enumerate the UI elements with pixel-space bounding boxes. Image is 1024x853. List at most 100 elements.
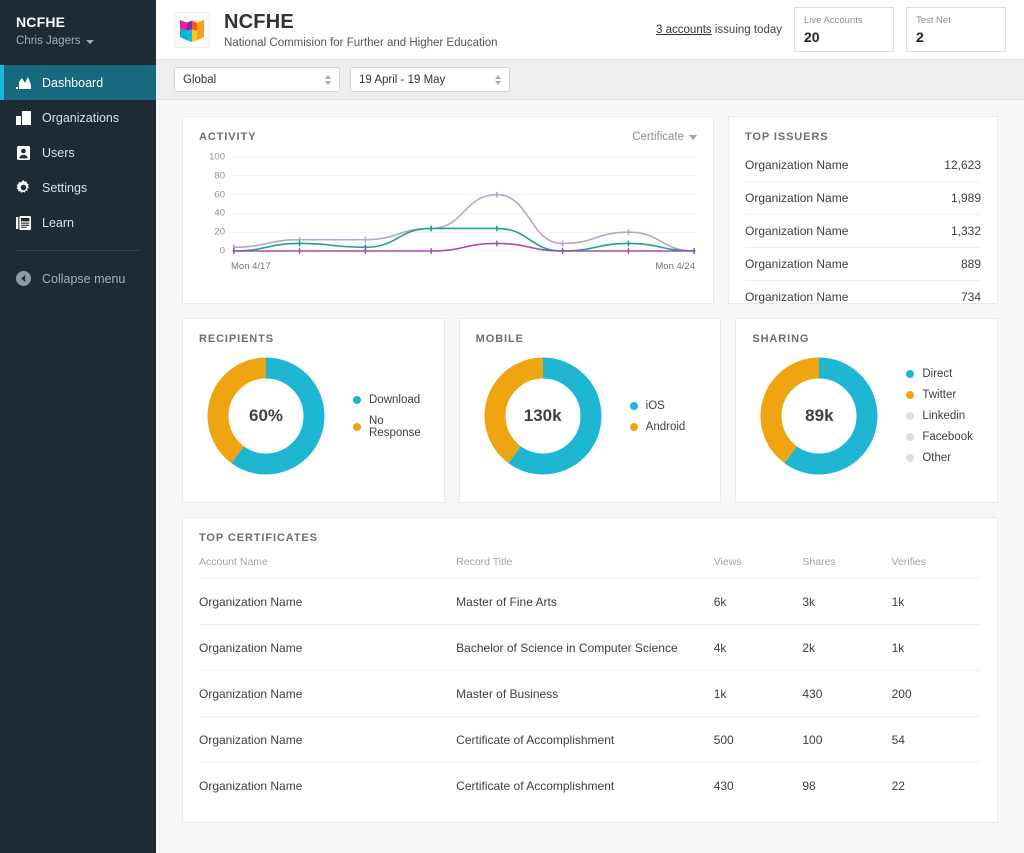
stat-value: 20 — [804, 28, 820, 45]
legend-item[interactable]: Android — [629, 421, 685, 433]
donut-chart: 130k — [482, 355, 604, 477]
table-row[interactable]: Organization Name Certificate of Accompli… — [199, 716, 981, 763]
stat-label: Live Accounts — [804, 15, 863, 27]
user-menu[interactable]: Chris Jagers — [16, 35, 156, 47]
cell-record: Master of Business — [456, 670, 714, 717]
chevron-down-icon — [689, 134, 697, 140]
cell-verifies: 54 — [891, 716, 981, 763]
org-identity: NCFHE National Commision for Further and… — [224, 11, 498, 49]
sidebar-nav: Dashboard Organizations Users Settings L… — [0, 65, 156, 240]
legend-label: iOS — [645, 399, 665, 412]
legend-item[interactable]: Facebook — [906, 431, 973, 443]
top-issuers-title: TOP ISSUERS — [745, 131, 829, 143]
donut-card-mobile: MOBILE 130k iOS Android — [458, 318, 722, 503]
activity-plot — [231, 153, 697, 257]
legend-item[interactable]: Other — [906, 452, 973, 464]
book-icon — [16, 215, 31, 230]
certificate-dropdown[interactable]: Certificate — [632, 131, 697, 143]
row-donuts: RECIPIENTS 60% Download No Response MOBILE … — [182, 318, 999, 503]
legend-label: Linkedin — [922, 410, 966, 422]
legend-item[interactable]: Direct — [906, 368, 973, 380]
user-name: Chris Jagers — [16, 35, 81, 47]
activity-y-tick: 80 — [214, 170, 225, 182]
legend-item[interactable]: Download — [353, 394, 428, 406]
cell-shares: 98 — [802, 779, 816, 793]
issuer-value: 1,989 — [950, 191, 981, 205]
legend-item[interactable]: No Response — [353, 415, 428, 439]
collapse-menu-button[interactable]: Collapse menu — [0, 261, 156, 296]
cell-shares: 2k — [802, 624, 892, 671]
activity-x-tick-end: Mon 4/24 — [655, 261, 695, 272]
sidebar-item-label: Settings — [42, 180, 88, 195]
user-icon — [16, 145, 31, 160]
cell-account: Organization Name — [199, 624, 457, 671]
sidebar: NCFHE Chris Jagers Dashboard Organizatio… — [0, 0, 156, 853]
column-header[interactable]: Account Name — [199, 556, 457, 579]
brand-title: NCFHE — [16, 14, 66, 30]
dashboard-app: NCFHE Chris Jagers Dashboard Organizatio… — [0, 0, 1024, 853]
donut-center-label: 89k — [805, 406, 834, 425]
donut-chart: 60% — [205, 355, 327, 477]
page-title: NCFHE — [224, 10, 294, 33]
issuer-row[interactable]: Organization Name 734 — [745, 281, 981, 313]
donut-center-label: 130k — [523, 406, 562, 425]
issuer-row[interactable]: Organization Name 889 — [745, 248, 981, 281]
issuer-name: Organization Name — [745, 257, 849, 271]
table-row[interactable]: Organization Name Certificate of Accompli… — [199, 763, 981, 809]
cell-views: 1k — [713, 670, 803, 717]
cell-views: 4k — [713, 624, 803, 671]
sidebar-item-label: Dashboard — [42, 75, 104, 90]
table-row[interactable]: Organization Name Bachelor of Science in … — [199, 624, 981, 671]
accounts-link[interactable]: 3 accounts — [656, 24, 712, 36]
issuer-name: Organization Name — [745, 191, 849, 205]
column-header[interactable]: Views — [713, 556, 803, 579]
issuer-row[interactable]: Organization Name 1,989 — [745, 182, 981, 215]
donut-card-sharing: SHARING 89k Direct Twitter Linkedin Facebook… — [735, 318, 999, 503]
column-header[interactable]: Record Title — [456, 556, 714, 579]
main-area: NCFHE National Commision for Further and… — [156, 0, 1024, 853]
sidebar-item-organizations[interactable]: Organizations — [0, 100, 156, 135]
activity-y-axis: 0 20 40 60 80 100 — [199, 152, 225, 257]
issuer-value: 889 — [960, 257, 981, 271]
scope-select[interactable]: Global — [174, 67, 340, 92]
sidebar-item-learn[interactable]: Learn — [0, 205, 156, 240]
table-row[interactable]: Organization Name Master of Business 1k 430… — [199, 670, 981, 717]
cell-verifies: 22 — [891, 779, 905, 793]
row-activity: ACTIVITY Certificate 0 20 40 60 80 100 Mon 4/… — [182, 116, 998, 304]
cell-account: Organization Name — [199, 578, 457, 625]
donut-body: 130k iOS Android — [476, 355, 705, 477]
column-header[interactable]: Verifies — [891, 556, 981, 579]
cell-views: 430 — [713, 779, 734, 793]
donut-legend: iOS Android — [629, 399, 686, 433]
table-row[interactable]: Organization Name Master of Fine Arts 6k 3k… — [199, 578, 981, 625]
cell-views: 6k — [713, 578, 803, 625]
top-certificates-table: Account Name Record Title Views Shares Verif… — [199, 556, 981, 808]
legend-item[interactable]: Twitter — [906, 389, 973, 401]
legend-color-dot — [906, 391, 915, 399]
legend-item[interactable]: Linkedin — [906, 410, 973, 422]
column-header[interactable]: Shares — [802, 556, 892, 579]
date-range-select[interactable]: 19 April - 19 May — [350, 67, 510, 92]
sidebar-item-users[interactable]: Users — [0, 135, 156, 170]
activity-card: ACTIVITY Certificate 0 20 40 60 80 100 Mon 4/… — [182, 116, 714, 304]
sidebar-item-settings[interactable]: Settings — [0, 170, 156, 205]
sidebar-item-dashboard[interactable]: Dashboard — [0, 65, 156, 100]
issuer-value: 12,623 — [944, 158, 981, 172]
legend-label: No Response — [369, 414, 421, 439]
top-issuers-card: TOP ISSUERS Organization Name 12,623 Organ… — [728, 116, 998, 304]
issuer-row[interactable]: Organization Name 12,623 — [745, 149, 981, 182]
issuer-row[interactable]: Organization Name 1,332 — [745, 215, 981, 248]
cell-record: Certificate of Accomplishment — [456, 779, 615, 793]
sidebar-brand: NCFHE Chris Jagers — [0, 0, 156, 61]
issuer-name: Organization Name — [745, 290, 849, 304]
cell-verifies: 200 — [891, 670, 981, 717]
building-icon — [16, 110, 31, 125]
legend-label: Other — [922, 452, 952, 464]
legend-item[interactable]: iOS — [629, 399, 686, 412]
legend-color-dot — [629, 401, 638, 410]
legend-color-dot — [353, 395, 361, 404]
book-logo-icon — [174, 11, 210, 48]
cell-record: Certificate of Accomplishment — [456, 716, 714, 763]
donut-center-label: 60% — [248, 406, 284, 425]
issuing-suffix: issuing today — [711, 23, 782, 36]
